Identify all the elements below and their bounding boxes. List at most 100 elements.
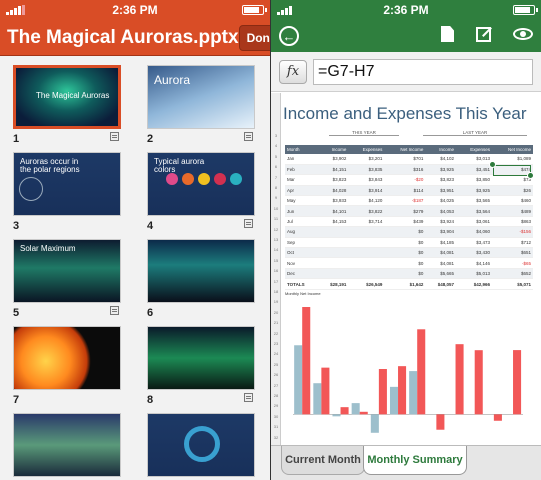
table-cell[interactable]: $4,102 bbox=[425, 154, 457, 165]
net-income-chart[interactable]: Monthly Net Income bbox=[283, 289, 535, 445]
table-cell[interactable]: $863 bbox=[492, 216, 533, 228]
slide-thumbnail[interactable]: 9 bbox=[13, 413, 121, 477]
done-button[interactable]: Done bbox=[238, 24, 270, 51]
view-icon[interactable] bbox=[513, 28, 533, 40]
table-cell[interactable]: Nov bbox=[285, 257, 318, 269]
table-cell[interactable]: $3,201 bbox=[348, 154, 385, 165]
table-cell[interactable]: $4,101 bbox=[317, 205, 349, 217]
table-cell[interactable]: $3,924 bbox=[425, 216, 457, 228]
table-cell[interactable]: $4,153 bbox=[317, 216, 349, 228]
table-cell[interactable]: Jun bbox=[285, 205, 318, 217]
table-cell[interactable]: -$156 bbox=[492, 226, 533, 238]
table-cell[interactable]: -$20 bbox=[384, 174, 426, 186]
table-cell[interactable] bbox=[348, 247, 385, 259]
tab-current-month[interactable]: Current Month bbox=[281, 446, 365, 475]
table-cell[interactable]: $4,185 bbox=[425, 237, 457, 249]
table-cell[interactable]: $3,451 bbox=[456, 164, 493, 176]
table-cell[interactable]: $0 bbox=[384, 268, 426, 280]
table-cell[interactable]: $0 bbox=[384, 247, 426, 259]
table-cell[interactable]: -$187 bbox=[384, 195, 426, 207]
table-cell[interactable]: $279 bbox=[384, 205, 426, 217]
table-cell[interactable]: $489 bbox=[492, 205, 533, 217]
table-cell[interactable]: $4,081 bbox=[425, 257, 457, 269]
table-cell[interactable]: $3,904 bbox=[425, 226, 457, 238]
table-cell[interactable]: $3,843 bbox=[348, 174, 385, 186]
table-cell[interactable]: $3,823 bbox=[317, 174, 349, 186]
table-cell[interactable]: $3,914 bbox=[348, 185, 385, 197]
table-cell[interactable] bbox=[348, 237, 385, 249]
table-cell[interactable] bbox=[348, 257, 385, 269]
table-cell[interactable]: $4,151 bbox=[317, 164, 349, 176]
table-cell[interactable]: May bbox=[285, 195, 318, 207]
table-cell[interactable]: $4,120 bbox=[348, 195, 385, 207]
table-cell[interactable]: $26 bbox=[492, 185, 533, 197]
table-cell[interactable]: $3,933 bbox=[317, 195, 349, 207]
slide-thumbnail[interactable]: The Magical Auroras 1 bbox=[13, 65, 121, 145]
table-cell[interactable]: $3,564 bbox=[456, 205, 493, 217]
tab-monthly-summary[interactable]: Monthly Summary bbox=[363, 446, 467, 475]
table-cell[interactable]: $5,013 bbox=[456, 268, 493, 280]
table-cell[interactable]: $4,060 bbox=[456, 226, 493, 238]
slide-thumbnail[interactable]: 10 bbox=[147, 413, 255, 477]
table-cell[interactable]: Jan bbox=[285, 154, 318, 165]
table-cell[interactable]: $3,925 bbox=[425, 164, 457, 176]
table-cell[interactable]: $701 bbox=[384, 154, 426, 165]
table-cell[interactable]: $3,850 bbox=[456, 174, 493, 186]
selection-handle-end[interactable] bbox=[527, 172, 534, 179]
slide-thumbnail[interactable]: 8 bbox=[147, 326, 255, 406]
table-cell[interactable]: $1,089 bbox=[492, 154, 533, 165]
function-button[interactable]: fx bbox=[279, 59, 307, 84]
table-cell[interactable] bbox=[317, 257, 349, 269]
table-cell[interactable]: $3,013 bbox=[456, 154, 493, 165]
table-cell[interactable] bbox=[317, 226, 349, 238]
table-cell[interactable]: $114 bbox=[384, 185, 426, 197]
table-cell[interactable] bbox=[348, 226, 385, 238]
table-cell[interactable]: Feb bbox=[285, 164, 318, 176]
table-cell[interactable]: $3,925 bbox=[456, 185, 493, 197]
table-cell[interactable] bbox=[317, 268, 349, 280]
table-cell[interactable]: $651 bbox=[492, 247, 533, 259]
table-cell[interactable] bbox=[317, 237, 349, 249]
table-cell[interactable]: $4,146 bbox=[456, 257, 493, 269]
slide-thumbnail[interactable]: Typical aurora colors 4 bbox=[147, 152, 255, 232]
table-cell[interactable] bbox=[317, 247, 349, 259]
slide-thumbnail[interactable]: Solar Maximum 5 bbox=[13, 239, 121, 319]
table-cell[interactable]: $0 bbox=[384, 257, 426, 269]
selected-cell[interactable] bbox=[493, 165, 531, 176]
table-cell[interactable]: $3,061 bbox=[456, 216, 493, 228]
table-cell[interactable]: $3,473 bbox=[456, 237, 493, 249]
slide-thumbnail[interactable]: Aurora 2 bbox=[147, 65, 255, 145]
table-cell[interactable]: $4,053 bbox=[425, 205, 457, 217]
table-cell[interactable]: $4,025 bbox=[425, 195, 457, 207]
file-icon[interactable] bbox=[441, 26, 454, 42]
table-cell[interactable]: $5,665 bbox=[425, 268, 457, 280]
table-cell[interactable]: $0 bbox=[384, 237, 426, 249]
table-cell[interactable]: Mar bbox=[285, 174, 318, 186]
table-cell[interactable]: $3,565 bbox=[456, 195, 493, 207]
table-cell[interactable]: $652 bbox=[492, 268, 533, 280]
table-cell[interactable]: $3,835 bbox=[348, 164, 385, 176]
table-cell[interactable]: $712 bbox=[492, 237, 533, 249]
table-cell[interactable]: $3,823 bbox=[425, 174, 457, 186]
table-cell[interactable]: $3,822 bbox=[348, 205, 385, 217]
selection-handle-start[interactable] bbox=[489, 161, 496, 168]
back-arrow-icon[interactable]: ← bbox=[279, 26, 299, 46]
slide-thumbnail[interactable]: 6 bbox=[147, 239, 255, 319]
table-cell[interactable]: $3,951 bbox=[425, 185, 457, 197]
slide-thumbnail[interactable]: 7 bbox=[13, 326, 121, 406]
table-cell[interactable]: -$65 bbox=[492, 257, 533, 269]
table-cell[interactable]: Dec bbox=[285, 268, 318, 280]
table-cell[interactable]: $4,028 bbox=[317, 185, 349, 197]
table-cell[interactable]: $316 bbox=[384, 164, 426, 176]
table-cell[interactable]: Oct bbox=[285, 247, 318, 259]
table-cell[interactable]: Aug bbox=[285, 226, 318, 238]
table-cell[interactable]: $0 bbox=[384, 226, 426, 238]
table-cell[interactable]: $3,430 bbox=[456, 247, 493, 259]
table-cell[interactable]: $460 bbox=[492, 195, 533, 207]
spreadsheet[interactable]: 3 4 5 6 7 8 9 10 11 12 13 14 15 16 17 18 19 20 21 22 23 24 25 2… bbox=[271, 93, 541, 445]
table-cell[interactable]: Apr bbox=[285, 185, 318, 197]
slide-thumbnail[interactable]: Auroras occur in the polar regions 3 bbox=[13, 152, 121, 232]
table-cell[interactable]: $4,081 bbox=[425, 247, 457, 259]
table-cell[interactable]: $439 bbox=[384, 216, 426, 228]
table-cell[interactable] bbox=[348, 268, 385, 280]
